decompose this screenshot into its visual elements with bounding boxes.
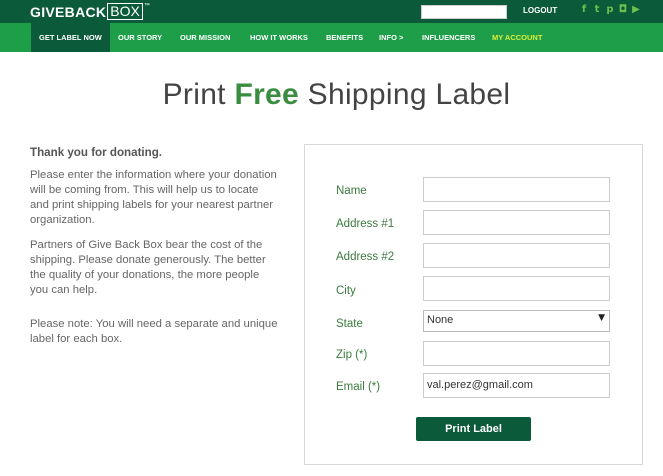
social-links: f t p ◘ ▶ bbox=[579, 4, 641, 16]
logo-trademark: ™ bbox=[143, 3, 150, 9]
header-search-input[interactable] bbox=[421, 5, 507, 19]
email-label: Email (*) bbox=[336, 381, 381, 393]
state-label: State bbox=[336, 318, 363, 330]
main-nav: GET LABEL NOW OUR STORY OUR MISSION HOW … bbox=[0, 23, 663, 52]
address2-field[interactable] bbox=[423, 243, 610, 268]
note-paragraph: Please note: You will need a separate an… bbox=[30, 318, 278, 345]
title-print: Print bbox=[162, 78, 235, 111]
logo-text-box: BOX bbox=[107, 3, 143, 20]
nav-our-mission[interactable]: OUR MISSION bbox=[180, 23, 230, 52]
logo-text-giveback: GIVEBACK bbox=[30, 3, 107, 20]
instructions-paragraph: Please enter the information where your … bbox=[30, 169, 277, 226]
address1-field[interactable] bbox=[423, 210, 610, 235]
give-back-box-logo[interactable]: GIVEBACK BOX ™ bbox=[30, 3, 150, 20]
thank-you-heading: Thank you for donating. bbox=[30, 146, 163, 159]
nav-benefits[interactable]: BENEFITS bbox=[326, 23, 363, 52]
partners-paragraph: Partners of Give Back Box bear the cost … bbox=[30, 239, 266, 296]
address1-label: Address #1 bbox=[336, 218, 395, 230]
title-free: Free bbox=[234, 78, 300, 111]
instagram-icon[interactable]: ◘ bbox=[618, 4, 628, 16]
shipping-form: Name Address #1 Address #2 City State No… bbox=[304, 144, 643, 465]
twitter-icon[interactable]: t bbox=[592, 4, 602, 16]
facebook-icon[interactable]: f bbox=[579, 4, 589, 16]
nav-our-story[interactable]: OUR STORY bbox=[118, 23, 162, 52]
city-field[interactable] bbox=[423, 276, 610, 301]
nav-my-account[interactable]: MY ACCOUNT bbox=[492, 23, 542, 52]
nav-how-it-works[interactable]: HOW IT WORKS bbox=[250, 23, 308, 52]
state-selected-value: None bbox=[427, 314, 454, 326]
nav-get-label-now[interactable]: GET LABEL NOW bbox=[31, 23, 110, 52]
zip-label: Zip (*) bbox=[336, 349, 368, 361]
top-bar: GIVEBACK BOX ™ LOGOUT f t p ◘ ▶ bbox=[0, 0, 663, 23]
intro-text: Thank you for donating. Please enter the… bbox=[30, 145, 280, 345]
zip-field[interactable] bbox=[423, 341, 610, 366]
pinterest-icon[interactable]: p bbox=[605, 4, 615, 16]
email-field[interactable]: val.perez@gmail.com bbox=[423, 373, 610, 398]
nav-info[interactable]: INFO > bbox=[379, 23, 403, 52]
state-select[interactable]: None ▼ bbox=[423, 310, 610, 332]
page-title: Print Free Shipping Label bbox=[0, 78, 663, 112]
chevron-down-icon: ▼ bbox=[598, 313, 605, 323]
name-field[interactable] bbox=[423, 177, 610, 202]
youtube-icon[interactable]: ▶ bbox=[631, 4, 641, 16]
city-label: City bbox=[336, 285, 356, 297]
logout-link[interactable]: LOGOUT bbox=[523, 6, 557, 15]
print-label-button[interactable]: Print Label bbox=[416, 417, 531, 441]
name-label: Name bbox=[336, 185, 367, 197]
address2-label: Address #2 bbox=[336, 251, 395, 263]
title-shipping-label: Shipping Label bbox=[299, 78, 511, 111]
nav-influencers[interactable]: INFLUENCERS bbox=[422, 23, 475, 52]
